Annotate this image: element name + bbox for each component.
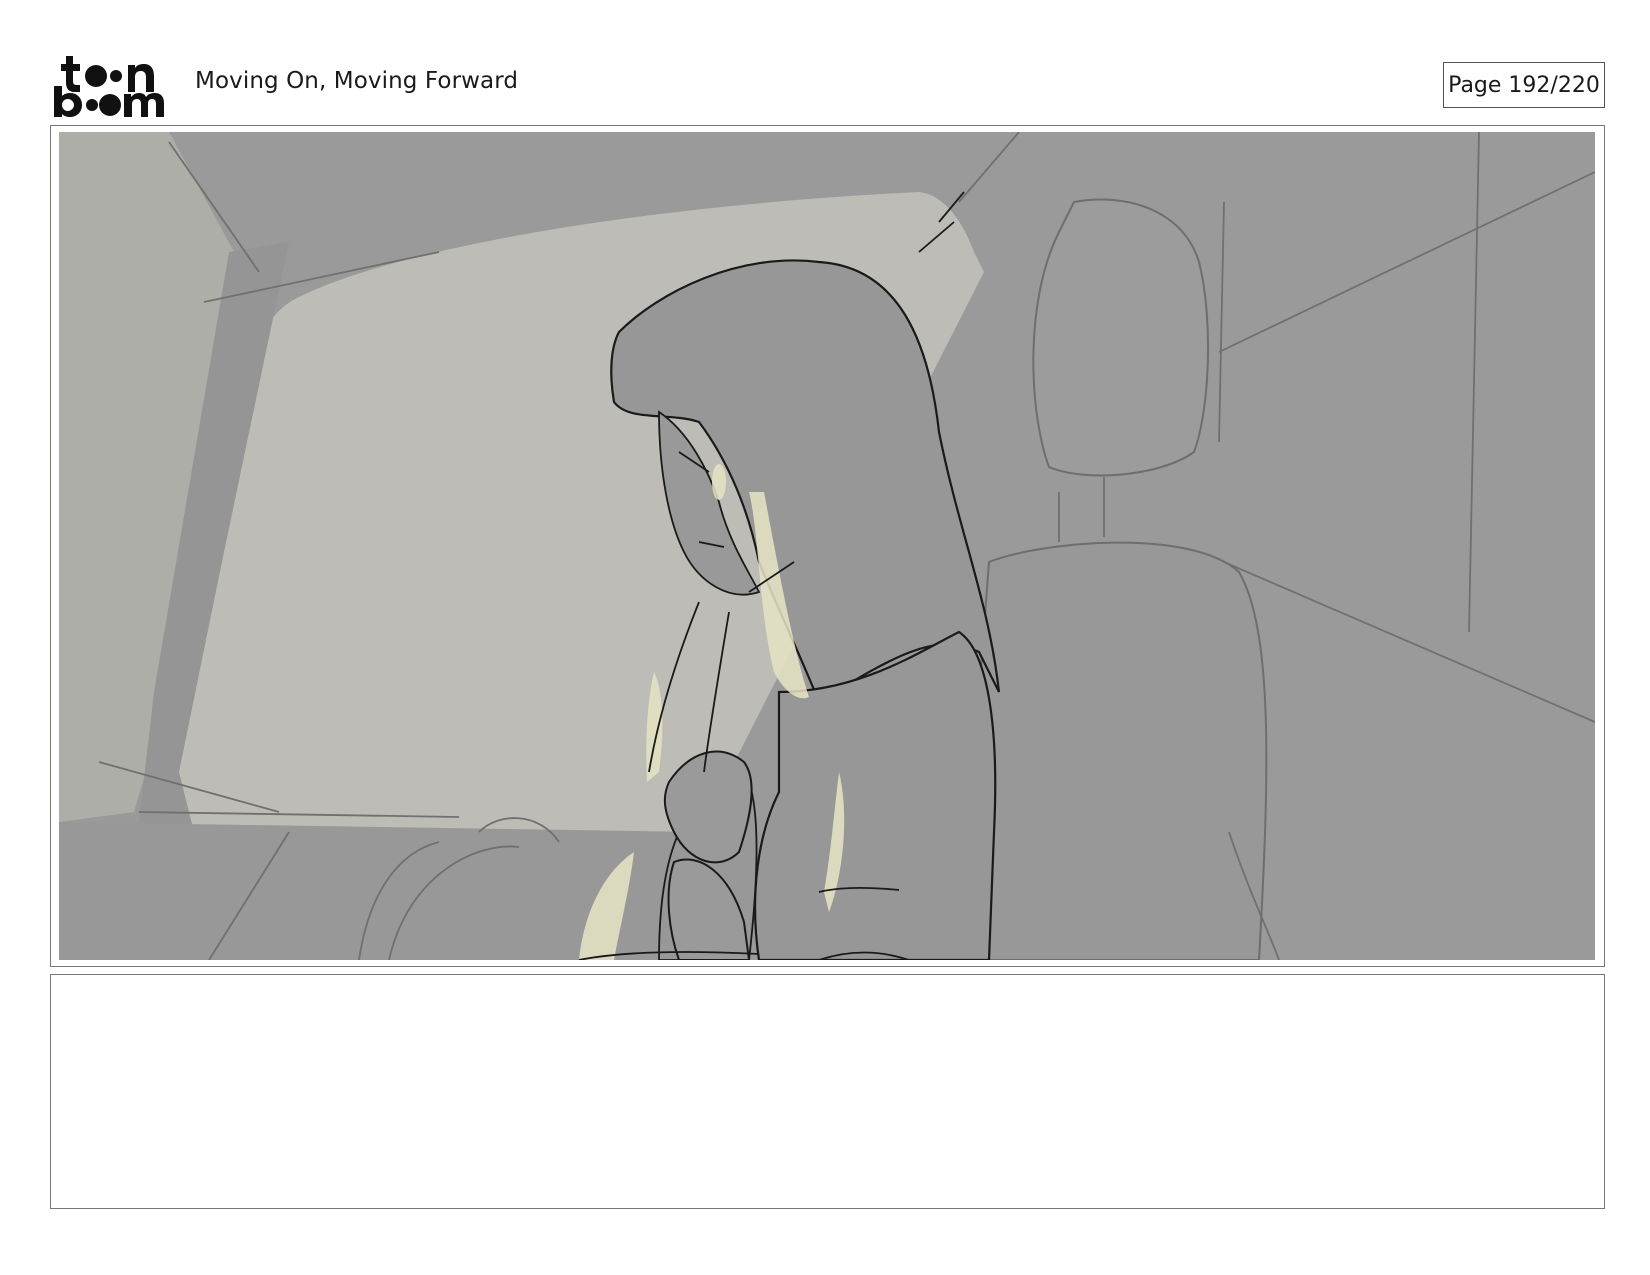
panel-caption-text [51,975,1604,1003]
project-title: Moving On, Moving Forward [195,68,519,94]
storyboard-panel [50,125,1605,967]
toon-boom-logo [54,56,164,117]
storyboard-panel-sketch-icon [59,132,1595,960]
panel-caption-box [50,974,1605,1209]
page-counter: Page 192/220 [1443,62,1605,108]
